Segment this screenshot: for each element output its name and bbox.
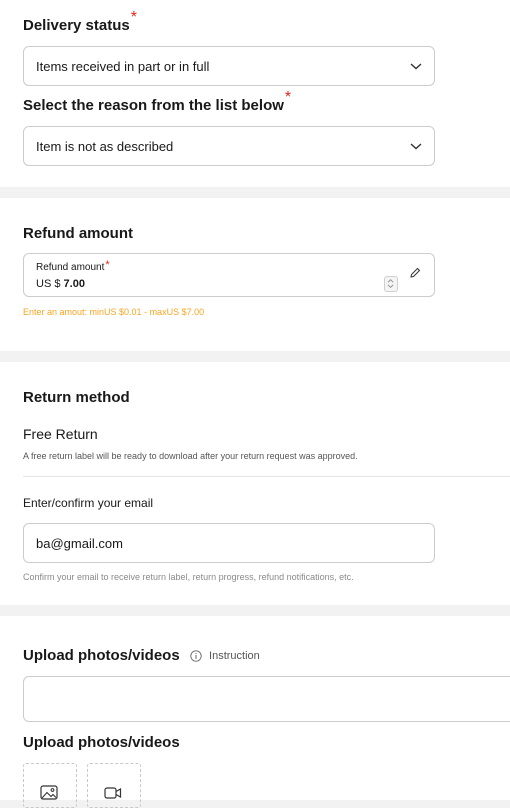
refund-range-hint: Enter an amout: minUS $0.01 - maxUS $7.0… bbox=[23, 307, 205, 317]
return-method-name: Free Return bbox=[23, 426, 98, 442]
upload-heading-secondary: Upload photos/videos bbox=[23, 734, 180, 751]
return-method-card: Return method Free Return A free return … bbox=[0, 362, 510, 605]
required-marker: * bbox=[105, 259, 110, 271]
delivery-card: Delivery status* Items received in part … bbox=[0, 0, 510, 187]
required-marker: * bbox=[284, 89, 292, 106]
upload-description-input[interactable] bbox=[23, 676, 510, 722]
upload-card: Upload photos/videos Instruction Upload … bbox=[0, 616, 510, 808]
image-icon bbox=[40, 785, 58, 800]
stepper-arrows-icon bbox=[387, 279, 394, 289]
chevron-down-icon bbox=[410, 63, 422, 70]
upload-title: Upload photos/videos bbox=[23, 647, 180, 664]
video-camera-icon bbox=[104, 787, 122, 799]
email-input[interactable]: ba@gmail.com bbox=[23, 523, 435, 563]
email-label: Enter/confirm your email bbox=[23, 496, 154, 510]
refund-field-label: Refund amount* bbox=[36, 259, 110, 273]
reason-select[interactable]: Item is not as described bbox=[23, 126, 435, 166]
upload-heading: Upload photos/videos Instruction bbox=[23, 647, 260, 664]
delivery-status-select[interactable]: Items received in part or in full bbox=[23, 46, 435, 86]
divider bbox=[23, 476, 510, 477]
refund-amount-field[interactable]: Refund amount* US $ 7.00 bbox=[23, 253, 435, 297]
refund-amount-value: 7.00 bbox=[63, 278, 85, 290]
refund-amount-display: US $ 7.00 bbox=[36, 278, 85, 290]
delivery-status-heading: Delivery status* bbox=[23, 9, 137, 35]
reason-heading: Select the reason from the list below* bbox=[23, 89, 291, 115]
return-method-heading: Return method bbox=[23, 389, 130, 406]
reason-value: Item is not as described bbox=[36, 139, 174, 154]
chevron-down-icon bbox=[410, 143, 422, 150]
reason-label: Select the reason from the list below bbox=[23, 97, 284, 114]
currency-label: US $ bbox=[36, 278, 61, 290]
amount-stepper[interactable] bbox=[384, 276, 398, 292]
return-method-note: A free return label will be ready to dow… bbox=[23, 451, 358, 461]
refund-card: Refund amount Refund amount* US $ 7.00 E… bbox=[0, 198, 510, 351]
upload-video-button[interactable] bbox=[87, 763, 141, 808]
upload-photo-button[interactable] bbox=[23, 763, 77, 808]
info-icon[interactable] bbox=[190, 650, 202, 662]
instruction-link[interactable]: Instruction bbox=[209, 650, 260, 662]
email-note: Confirm your email to receive return lab… bbox=[23, 572, 354, 582]
delivery-status-label: Delivery status bbox=[23, 17, 130, 34]
email-value: ba@gmail.com bbox=[36, 536, 123, 551]
refund-label-text: Refund amount bbox=[36, 262, 105, 273]
refund-heading: Refund amount bbox=[23, 225, 133, 242]
edit-pencil-icon[interactable] bbox=[409, 267, 421, 279]
required-marker: * bbox=[130, 9, 137, 26]
delivery-status-value: Items received in part or in full bbox=[36, 59, 210, 74]
